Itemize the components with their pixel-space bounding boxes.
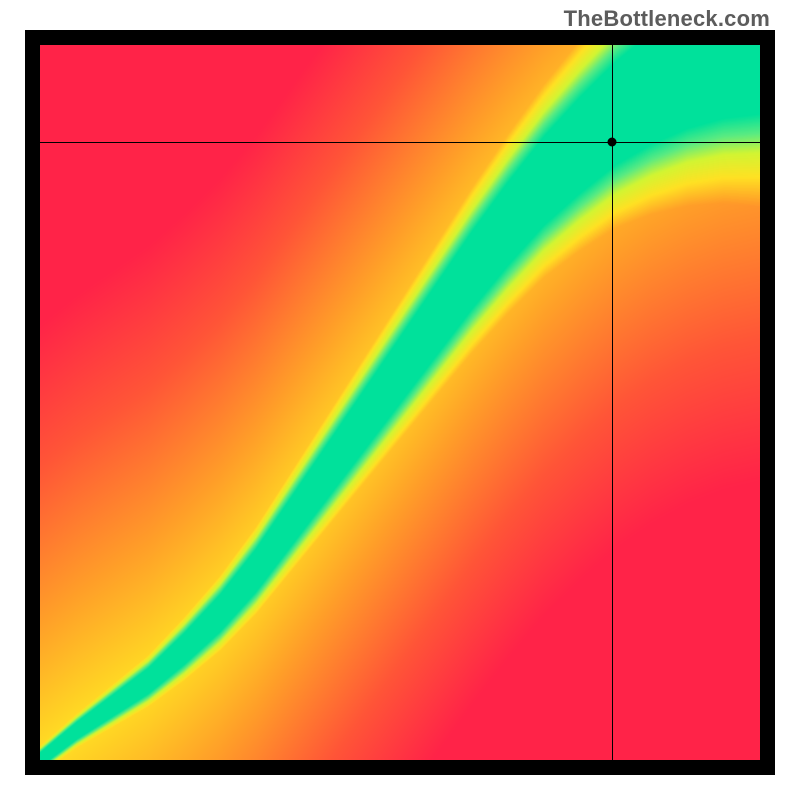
crosshair-dot	[608, 137, 617, 146]
crosshair-vertical	[612, 45, 613, 760]
heatmap-canvas	[40, 45, 760, 760]
crosshair-horizontal	[40, 142, 760, 143]
plot-frame	[25, 30, 775, 775]
watermark-text: TheBottleneck.com	[564, 6, 770, 32]
